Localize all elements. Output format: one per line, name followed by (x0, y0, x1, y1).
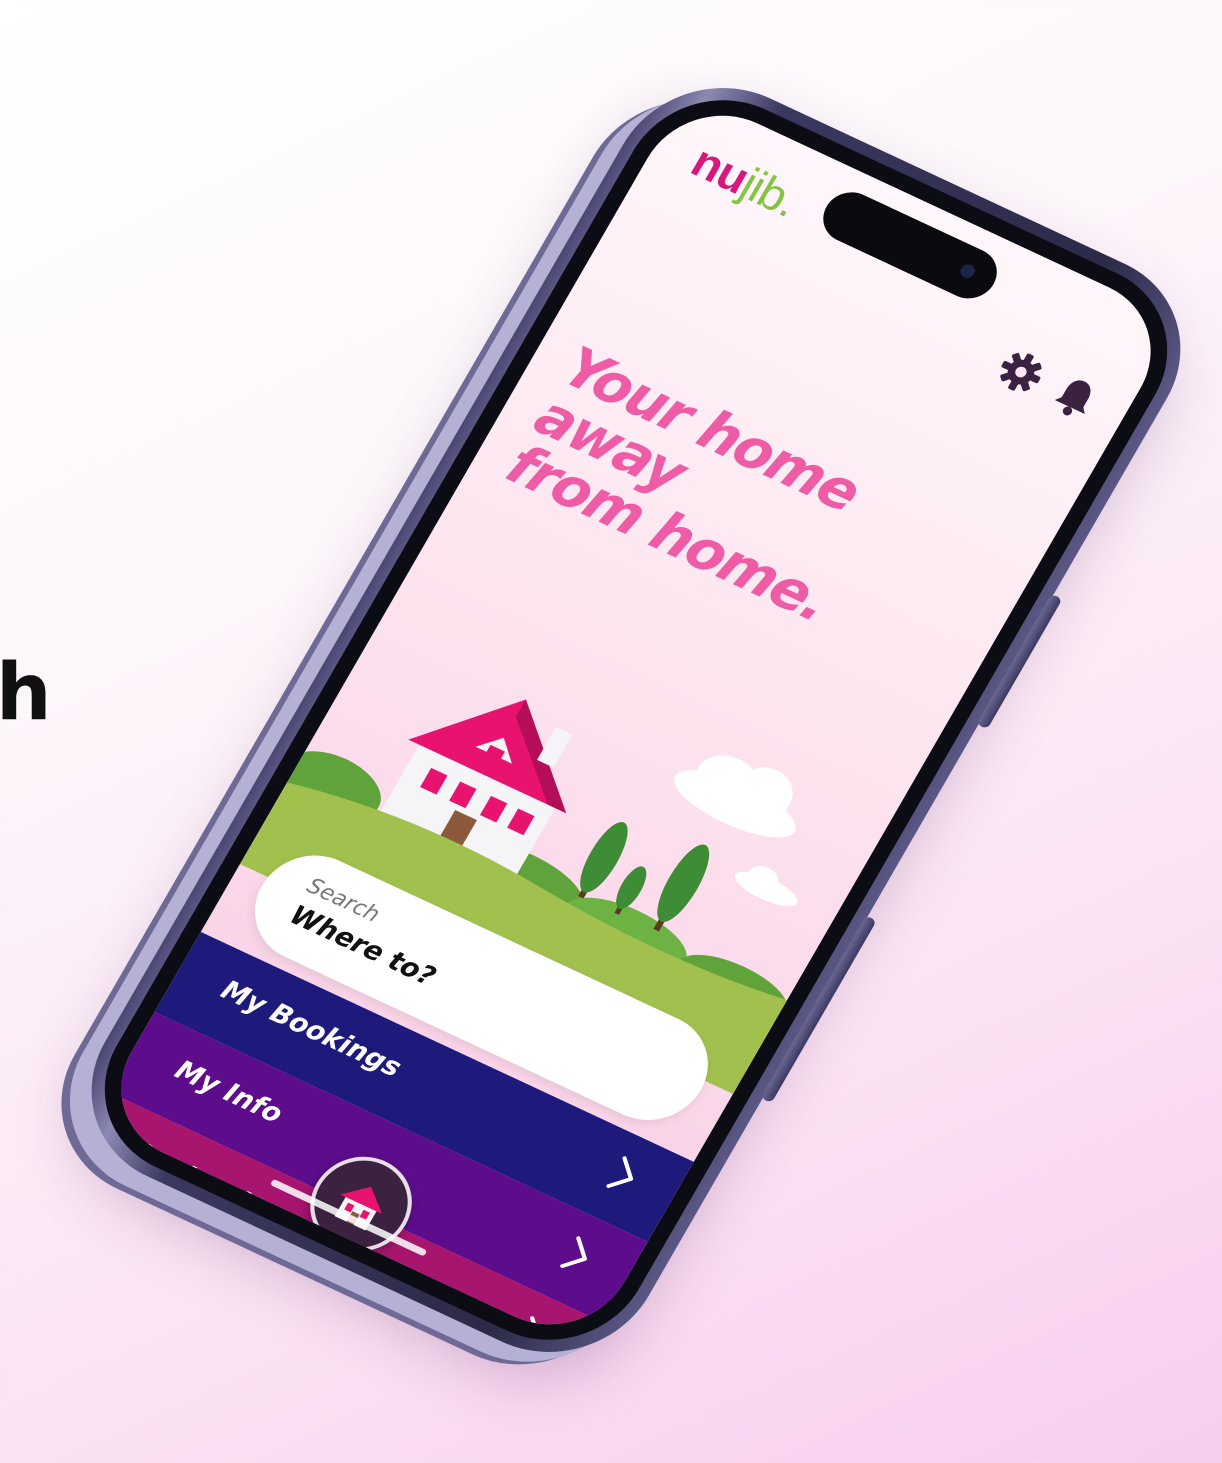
slide-text-fragment: h (0, 648, 52, 738)
chevron-right-icon (606, 1156, 634, 1188)
gear-icon[interactable] (990, 344, 1052, 401)
app-logo: nujib. (683, 134, 809, 227)
hero-heading: Your home away from home. (496, 335, 894, 634)
menu-item-label: My Info (169, 1054, 288, 1130)
cloud-illustration (674, 755, 796, 838)
small-cloud-illustration (734, 866, 798, 907)
chevron-right-icon (560, 1236, 587, 1268)
bell-icon[interactable] (1044, 369, 1106, 426)
app-screen: nujib. Your home away from home. Search … (92, 90, 1180, 1350)
phone-mockup: nujib. Your home away from home. Search … (52, 54, 1220, 1386)
dynamic-island (813, 183, 1007, 307)
camera-lens (957, 262, 978, 281)
slide-text-fragment: l (0, 900, 5, 990)
home-icon (334, 1186, 382, 1231)
header-actions (990, 344, 1106, 426)
